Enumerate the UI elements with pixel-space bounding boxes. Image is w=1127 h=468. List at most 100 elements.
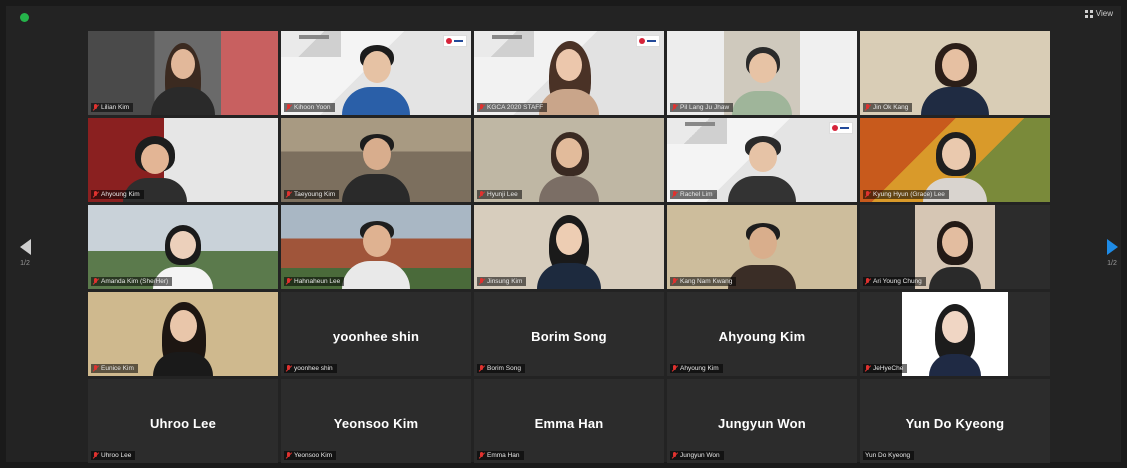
- arrow-right-icon: [1106, 239, 1118, 255]
- mic-muted-icon: [286, 191, 291, 198]
- participant-name: Yeonsoo Kim: [294, 452, 333, 459]
- mic-muted-icon: [286, 452, 291, 459]
- gallery-grid: Lilian Kim Kihoon Yoon KGCA 2020 STAFF P…: [88, 31, 1050, 463]
- participant-name: Kihoon Yoon: [294, 104, 331, 111]
- participant-tile[interactable]: Borim Song Borim Song: [474, 292, 664, 376]
- participant-name-tag: Borim Song: [477, 364, 525, 373]
- mic-muted-icon: [93, 104, 98, 111]
- participant-tile[interactable]: Jin Ok Kang: [860, 31, 1050, 115]
- participant-name-tag: Amanda Kim (She/Her): [91, 277, 173, 286]
- mic-muted-icon: [479, 452, 484, 459]
- participant-tile[interactable]: Hyunji Lee: [474, 118, 664, 202]
- mic-muted-icon: [93, 365, 98, 372]
- mic-muted-icon: [672, 191, 677, 198]
- mic-muted-icon: [865, 365, 870, 372]
- participant-name-tag: Hahnaheun Lee: [284, 277, 345, 286]
- participant-name: Borim Song: [487, 365, 521, 372]
- participant-tile[interactable]: Ahyoung Kim: [88, 118, 278, 202]
- arrow-left-icon: [19, 239, 31, 255]
- participant-name-tag: Eunice Kim: [91, 364, 138, 373]
- participant-tile[interactable]: Lilian Kim: [88, 31, 278, 115]
- participant-name: KGCA 2020 STAFF: [487, 104, 544, 111]
- mic-muted-icon: [672, 365, 677, 372]
- participant-video: [143, 35, 223, 115]
- participant-name: Emma Han: [487, 452, 520, 459]
- participant-tile[interactable]: JeHyeChe: [860, 292, 1050, 376]
- participant-tile[interactable]: Ahyoung Kim Ahyoung Kim: [667, 292, 857, 376]
- mic-muted-icon: [93, 278, 98, 285]
- participant-display-name: Uhroo Lee: [149, 416, 217, 431]
- participant-name-tag: Emma Han: [477, 451, 524, 460]
- participant-name: Uhroo Lee: [101, 452, 132, 459]
- participant-name-tag: Jin Ok Kang: [863, 103, 913, 112]
- participant-tile[interactable]: KGCA 2020 STAFF: [474, 31, 664, 115]
- participant-name-tag: Uhroo Lee: [91, 451, 136, 460]
- participant-name: Jinsung Kim: [487, 278, 523, 285]
- participant-name-tag: Kang Nam Kwang: [670, 277, 737, 286]
- brand-logo-icon: [829, 122, 853, 134]
- participant-display-name: Yeonsoo Kim: [333, 416, 419, 431]
- mic-muted-icon: [93, 452, 98, 459]
- mic-muted-icon: [479, 365, 484, 372]
- participant-tile[interactable]: Jungyun Won Jungyun Won: [667, 379, 857, 463]
- mic-muted-icon: [479, 278, 484, 285]
- view-toggle-button[interactable]: View: [1084, 9, 1113, 18]
- participant-name-tag: KGCA 2020 STAFF: [477, 103, 548, 112]
- participant-video: [336, 35, 416, 115]
- brand-logo-icon: [636, 35, 660, 47]
- next-page-button[interactable]: 1/2: [1097, 239, 1127, 267]
- event-banner: [474, 31, 534, 57]
- participant-name: Hyunji Lee: [487, 191, 518, 198]
- banner-logo-icon: [492, 35, 522, 39]
- participant-name-tag: Ahyoung Kim: [91, 190, 144, 199]
- participant-tile[interactable]: Rachel Lim: [667, 118, 857, 202]
- mic-muted-icon: [672, 452, 677, 459]
- participant-tile[interactable]: Ari Young Chung: [860, 205, 1050, 289]
- mic-muted-icon: [672, 278, 677, 285]
- participant-name-tag: JeHyeChe: [863, 364, 908, 373]
- participant-tile[interactable]: Kyung Hyun (Grace) Lee: [860, 118, 1050, 202]
- mic-muted-icon: [286, 278, 291, 285]
- participant-tile[interactable]: Yeonsoo Kim Yeonsoo Kim: [281, 379, 471, 463]
- participant-tile[interactable]: Eunice Kim: [88, 292, 278, 376]
- mic-muted-icon: [672, 104, 677, 111]
- participant-name-tag: yoonhee shin: [284, 364, 337, 373]
- participant-name: Taeyoung Kim: [294, 191, 336, 198]
- participant-name: Ahyoung Kim: [101, 191, 140, 198]
- participant-name-tag: Ahyoung Kim: [670, 364, 723, 373]
- participant-video: [336, 209, 416, 289]
- participant-tile[interactable]: Jinsung Kim: [474, 205, 664, 289]
- participant-display-name: Jungyun Won: [718, 416, 806, 431]
- mic-muted-icon: [865, 104, 870, 111]
- participant-tile[interactable]: Uhroo Lee Uhroo Lee: [88, 379, 278, 463]
- mic-muted-icon: [479, 191, 484, 198]
- participant-video: [915, 296, 995, 376]
- participant-video: [915, 209, 995, 289]
- participant-name-tag: Jinsung Kim: [477, 277, 527, 286]
- participant-name: Hahnaheun Lee: [294, 278, 341, 285]
- participant-tile[interactable]: Emma Han Emma Han: [474, 379, 664, 463]
- participant-name-tag: Hyunji Lee: [477, 190, 522, 199]
- participant-tile[interactable]: Amanda Kim (She/Her): [88, 205, 278, 289]
- participant-name: Yun Do Kyeong: [865, 452, 911, 459]
- participant-tile[interactable]: Hahnaheun Lee: [281, 205, 471, 289]
- participant-name-tag: Pil Lang Ju Jhaw: [670, 103, 734, 112]
- participant-display-name: Ahyoung Kim: [718, 329, 806, 344]
- participant-name-tag: Kyung Hyun (Grace) Lee: [863, 190, 949, 199]
- participant-tile[interactable]: yoonhee shin yoonhee shin: [281, 292, 471, 376]
- page-indicator-left: 1/2: [20, 260, 30, 267]
- participant-tile[interactable]: Yun Do Kyeong Yun Do Kyeong: [860, 379, 1050, 463]
- participant-display-name: Yun Do Kyeong: [905, 416, 1005, 431]
- participant-name: Amanda Kim (She/Her): [101, 278, 169, 285]
- participant-tile[interactable]: Kang Nam Kwang: [667, 205, 857, 289]
- participant-tile[interactable]: Kihoon Yoon: [281, 31, 471, 115]
- participant-name: yoonhee shin: [294, 365, 333, 372]
- participant-tile[interactable]: Taeyoung Kim: [281, 118, 471, 202]
- connection-status-icon: [20, 13, 29, 22]
- participant-name-tag: Yeonsoo Kim: [284, 451, 337, 460]
- mic-muted-icon: [286, 104, 291, 111]
- participant-tile[interactable]: Pil Lang Ju Jhaw: [667, 31, 857, 115]
- previous-page-button[interactable]: 1/2: [10, 239, 40, 267]
- mic-muted-icon: [865, 191, 870, 198]
- participant-display-name: yoonhee shin: [332, 329, 420, 344]
